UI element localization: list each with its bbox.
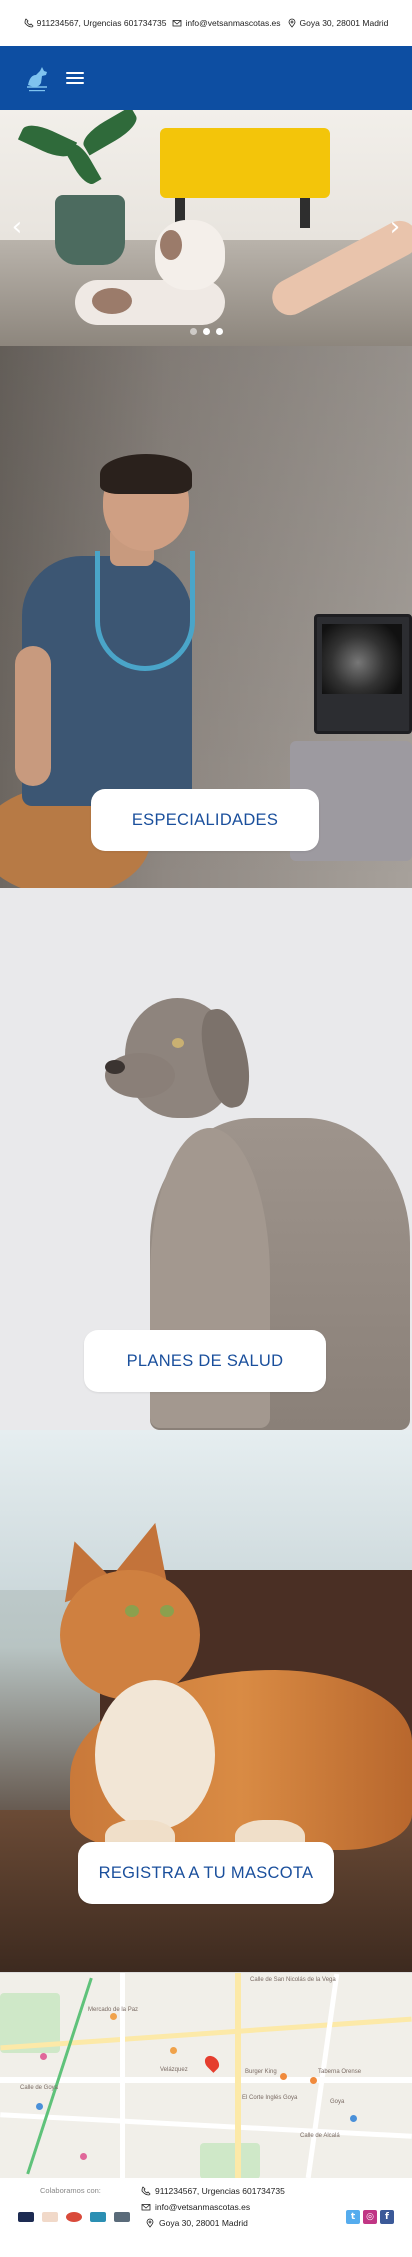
instagram-icon[interactable]: ◎ — [363, 2210, 377, 2224]
footer-email[interactable]: info@vetsanmascotas.es — [141, 2202, 285, 2212]
hero-slider: ‹ › — [0, 110, 412, 346]
panel-image-cat-chest — [95, 1680, 215, 1830]
footer-address-text: Goya 30, 28001 Madrid — [159, 2218, 248, 2228]
hamburger-icon-line — [66, 72, 84, 74]
hamburger-icon-line — [66, 82, 84, 84]
contact-bar: 911234567, Urgencias 601734735 info@vets… — [0, 0, 412, 46]
phone-icon — [141, 2186, 151, 2196]
logo[interactable] — [22, 61, 52, 95]
map-road — [120, 1973, 125, 2178]
health-plans-button[interactable]: PLANES DE SALUD — [84, 1330, 326, 1392]
map-label: Taberna Orense — [318, 2069, 362, 2075]
topbar-email[interactable]: info@vetsanmascotas.es — [172, 18, 281, 28]
location-pin-icon — [288, 18, 295, 28]
topbar-address-text: Goya 30, 28001 Madrid — [299, 18, 389, 28]
panel-image-vet-hair — [100, 454, 192, 494]
specialties-button[interactable]: ESPECIALIDADES — [91, 789, 319, 851]
map-road — [0, 2077, 412, 2083]
hero-image-pot — [55, 195, 125, 265]
facebook-glyph: f — [385, 2212, 389, 2222]
instagram-glyph: ◎ — [366, 2212, 374, 2222]
specialties-panel: ESPECIALIDADES — [0, 346, 412, 888]
mail-icon — [141, 2204, 151, 2211]
chevron-left-icon: ‹ — [11, 212, 23, 242]
topbar-phone[interactable]: 911234567, Urgencias 601734735 — [24, 18, 167, 28]
location-map[interactable]: Calle de San Nicolás de la Vega Mercado … — [0, 1972, 412, 2178]
partner-logo[interactable] — [42, 2212, 58, 2222]
register-pet-button[interactable]: REGISTRA A TU MASCOTA — [78, 1842, 334, 1904]
facebook-icon[interactable]: f — [380, 2210, 394, 2224]
topbar-email-text: info@vetsanmascotas.es — [185, 18, 281, 28]
hamburger-icon-line — [66, 77, 84, 79]
panel-image-vet-arm — [15, 646, 51, 786]
location-pin-icon — [146, 2218, 154, 2228]
slider-next-button[interactable]: › — [384, 214, 406, 240]
twitter-glyph: t — [350, 2212, 356, 2222]
slider-dot[interactable] — [189, 328, 197, 335]
map-label: Calle de Alcalá — [300, 2133, 340, 2139]
map-poi-icon — [170, 2047, 177, 2054]
footer-address[interactable]: Goya 30, 28001 Madrid — [145, 2218, 285, 2228]
map-park — [200, 2143, 260, 2178]
map-poi-icon — [280, 2073, 287, 2080]
footer-email-text: info@vetsanmascotas.es — [155, 2202, 251, 2212]
topbar-phone-text: 911234567, Urgencias 601734735 — [36, 18, 167, 28]
panel-image-cat-eye — [160, 1605, 174, 1617]
slider-dot-active[interactable] — [202, 328, 210, 335]
footer-contacts: 911234567, Urgencias 601734735 info@vets… — [141, 2186, 285, 2228]
map-marker-icon[interactable] — [202, 2053, 222, 2073]
partner-logos — [18, 2212, 130, 2222]
mail-icon — [173, 20, 182, 27]
menu-toggle-button[interactable] — [66, 72, 84, 84]
map-poi-icon — [80, 2153, 87, 2160]
partner-logo[interactable] — [90, 2212, 106, 2222]
map-poi-icon — [36, 2103, 43, 2110]
partner-logo[interactable] — [18, 2212, 34, 2222]
social-links: t ◎ f — [346, 2210, 394, 2224]
map-road — [0, 2016, 412, 2051]
site-header — [0, 46, 412, 110]
panel-image-cat-eye — [125, 1605, 139, 1617]
panel-image-stethoscope — [95, 551, 195, 671]
partner-logo[interactable] — [114, 2212, 130, 2222]
slider-pagination — [0, 328, 412, 335]
topbar-address[interactable]: Goya 30, 28001 Madrid — [287, 18, 389, 28]
map-poi-icon — [110, 2013, 117, 2020]
slider-prev-button[interactable]: ‹ — [6, 214, 28, 240]
hero-image-puppy-spot — [160, 230, 182, 260]
map-label: Velázquez — [160, 2067, 188, 2073]
map-label: Calle de San Nicolás de la Vega — [250, 1977, 336, 1983]
panel-image-dog-eye — [172, 1038, 184, 1048]
map-label: Burger King — [245, 2069, 277, 2075]
partner-logo[interactable] — [66, 2212, 82, 2222]
register-pet-panel: REGISTRA A TU MASCOTA — [0, 1430, 412, 1972]
map-road — [235, 1973, 241, 2178]
slider-dot[interactable] — [215, 328, 223, 335]
collaborators-label: Colaboramos con: — [40, 2186, 101, 2195]
hero-image-ottoman-leg — [300, 198, 310, 228]
panel-image-dog-nose — [105, 1060, 125, 1074]
panel-image-cat-head — [60, 1570, 200, 1700]
site-footer: Colaboramos con: 911234567, Urgencias 60… — [0, 2178, 412, 2250]
hero-image-ottoman — [160, 128, 330, 198]
hero-image-puppy-spot — [92, 288, 132, 314]
chevron-right-icon: › — [389, 212, 401, 242]
map-poi-icon — [40, 2053, 47, 2060]
panel-image-ultrasound-screen — [322, 624, 402, 694]
health-plans-panel: PLANES DE SALUD — [0, 888, 412, 1430]
footer-phone-text: 911234567, Urgencias 601734735 — [155, 2186, 285, 2196]
phone-icon — [24, 18, 34, 28]
map-label: Goya — [330, 2099, 345, 2105]
map-poi-icon — [350, 2115, 357, 2122]
footer-phone[interactable]: 911234567, Urgencias 601734735 — [141, 2186, 285, 2196]
twitter-icon[interactable]: t — [346, 2210, 360, 2224]
map-road — [305, 1973, 340, 2178]
map-label: El Corte Inglés Goya — [242, 2095, 298, 2101]
map-label: Calle de Goya — [20, 2085, 59, 2091]
map-poi-icon — [310, 2077, 317, 2084]
